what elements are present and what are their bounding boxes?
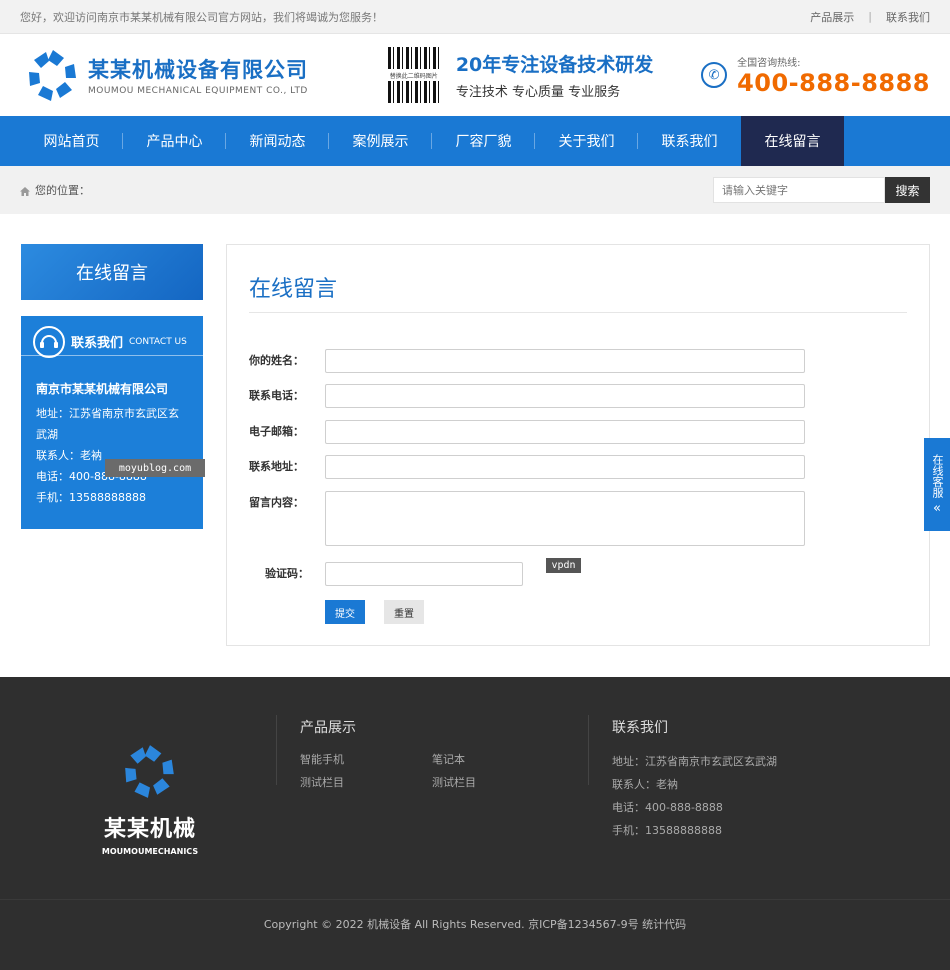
sidebar-contact: 联系我们 CONTACT US 南京市某某机械有限公司 地址：江苏省南京市玄武区…	[21, 316, 203, 529]
form-row-email: 电子邮箱：	[249, 420, 805, 444]
watermark: moyublog.com	[105, 459, 205, 477]
captcha-label: 验证码：	[265, 567, 309, 580]
top-link-products[interactable]: 产品展示	[810, 9, 854, 25]
search-input[interactable]	[713, 177, 885, 203]
copyright-bar: Copyright © 2022 机械设备 All Rights Reserve…	[0, 899, 950, 947]
logo-icon	[120, 741, 180, 801]
slogan-block: 替换此二维码图片 20年专注设备技术研发 专注技术 专心质量 专业服务	[386, 47, 653, 103]
breadcrumb-label: 您的位置：	[35, 184, 90, 197]
captcha-image[interactable]: vpdn	[546, 558, 581, 573]
slogan-subtitle: 专注技术 专心质量 专业服务	[455, 85, 621, 100]
submit-button[interactable]: 提交	[325, 600, 365, 624]
address-label: 联系地址：	[249, 460, 304, 473]
company-name-en: MOUMOU MECHANICAL EQUIPMENT CO., LTD	[88, 86, 308, 96]
footer-link[interactable]: 笔记本	[432, 751, 465, 767]
breadcrumb: 您的位置：	[20, 182, 90, 198]
footer-logo-en: MOUMOUMECHANICS	[101, 847, 199, 856]
main-nav: 网站首页 产品中心 新闻动态 案例展示 厂容厂貌 关于我们 联系我们 在线留言	[0, 116, 950, 166]
name-input[interactable]	[325, 349, 805, 373]
contact-title: 联系我们	[71, 336, 124, 351]
nav-item-about[interactable]: 关于我们	[535, 116, 638, 166]
slogan-title: 20年专注设备技术研发	[455, 54, 654, 76]
logo-icon	[24, 46, 82, 104]
footer-address: 地址：江苏省南京市玄武区玄武湖	[612, 755, 777, 768]
nav-item-factory[interactable]: 厂容厂貌	[432, 116, 535, 166]
email-label: 电子邮箱：	[249, 425, 304, 438]
sidebar-title: 在线留言	[21, 244, 203, 300]
sidebar-address: 地址：江苏省南京市玄武区玄武湖	[36, 407, 179, 441]
headset-icon	[33, 325, 65, 358]
form-row-captcha: 验证码： vpdn	[239, 558, 581, 586]
nav-item-cases[interactable]: 案例展示	[329, 116, 432, 166]
qr-code-image: 替换此二维码图片	[386, 47, 442, 103]
footer-link[interactable]: 测试栏目	[432, 774, 476, 790]
divider	[276, 715, 277, 785]
divider	[249, 312, 907, 313]
message-form-panel: 在线留言 你的姓名： 联系电话： 电子邮箱： 联系地址： 留言内容： 验证码： …	[226, 244, 930, 646]
footer-contact-title: 联系我们	[612, 720, 668, 736]
footer-link[interactable]: 测试栏目	[300, 774, 344, 790]
reset-button[interactable]: 重置	[384, 600, 424, 624]
online-service-label: 在线客服	[931, 453, 944, 498]
main-content: 在线留言 联系我们 CONTACT US 南京市某某机械有限公司 地址：江苏省南…	[0, 214, 950, 677]
footer: 某某机械 MOUMOUMECHANICS 产品展示 智能手机 笔记本 测试栏目 …	[0, 677, 950, 970]
breadcrumb-bar: 您的位置： 搜索	[0, 166, 950, 214]
nav-item-contact[interactable]: 联系我们	[638, 116, 741, 166]
address-input[interactable]	[325, 455, 805, 479]
phone-input[interactable]	[325, 384, 805, 408]
footer-phone: 电话：400-888-8888	[612, 801, 723, 814]
top-links: 产品展示 | 联系我们	[810, 9, 930, 25]
separator: |	[868, 10, 872, 23]
footer-logo-cn: 某某机械	[103, 817, 196, 842]
email-input[interactable]	[325, 420, 805, 444]
search-button[interactable]: 搜索	[885, 177, 930, 203]
company-name: 某某机械设备有限公司	[88, 58, 308, 82]
qr-caption: 替换此二维码图片	[389, 72, 438, 80]
header: 某某机械设备有限公司 MOUMOU MECHANICAL EQUIPMENT C…	[0, 34, 950, 116]
hotline: ✆ 全国咨询热线: 400-888-8888	[701, 54, 930, 97]
form-row-address: 联系地址：	[249, 455, 805, 479]
phone-label: 联系电话：	[249, 389, 304, 402]
form-row-name: 你的姓名：	[249, 349, 805, 373]
hotline-number: 400-888-8888	[737, 68, 930, 97]
online-service-tab[interactable]: 在线客服 «	[924, 438, 950, 531]
footer-contact-person: 联系人：老衲	[612, 778, 678, 791]
page-title: 在线留言	[249, 277, 338, 302]
copyright-text: Copyright © 2022 机械设备 All Rights Reserve…	[263, 917, 687, 931]
contact-header: 联系我们 CONTACT US	[21, 316, 203, 358]
footer-products-title: 产品展示	[300, 720, 356, 736]
hotline-label: 全国咨询热线:	[737, 57, 801, 69]
form-buttons: 提交 重置	[325, 600, 424, 624]
double-chevron-left-icon: «	[933, 500, 941, 516]
divider	[588, 715, 589, 785]
content-textarea[interactable]	[325, 491, 805, 546]
top-link-contact[interactable]: 联系我们	[886, 9, 930, 25]
form-row-phone: 联系电话：	[249, 384, 805, 408]
footer-mobile: 手机：13588888888	[612, 824, 722, 837]
footer-link[interactable]: 智能手机	[300, 751, 344, 767]
nav-item-news[interactable]: 新闻动态	[226, 116, 329, 166]
qr-code-icon	[387, 47, 440, 69]
sidebar-mobile: 手机：13588888888	[36, 491, 146, 504]
contact-subtitle: CONTACT US	[129, 336, 187, 347]
captcha-input[interactable]	[325, 562, 523, 586]
qr-code-icon	[387, 81, 440, 103]
form-row-content: 留言内容：	[249, 491, 805, 546]
nav-item-products[interactable]: 产品中心	[123, 116, 226, 166]
welcome-text: 您好，欢迎访问南京市某某机械有限公司官方网站，我们将竭诚为您服务！	[20, 10, 383, 24]
site-logo[interactable]: 某某机械设备有限公司 MOUMOU MECHANICAL EQUIPMENT C…	[24, 46, 308, 104]
content-label: 留言内容：	[249, 496, 304, 509]
nav-item-home[interactable]: 网站首页	[20, 116, 123, 166]
home-icon	[20, 186, 30, 196]
nav-item-message[interactable]: 在线留言	[741, 116, 844, 166]
sidebar-company: 南京市某某机械有限公司	[36, 382, 169, 396]
top-bar: 您好，欢迎访问南京市某某机械有限公司官方网站，我们将竭诚为您服务！ 产品展示 |…	[0, 0, 950, 34]
search-box: 搜索	[713, 177, 930, 203]
footer-contact-info: 地址：江苏省南京市玄武区玄武湖 联系人：老衲 电话：400-888-8888 手…	[612, 750, 777, 842]
phone-icon: ✆	[701, 62, 728, 88]
name-label: 你的姓名：	[249, 354, 304, 367]
footer-logo: 某某机械 MOUMOUMECHANICS	[100, 741, 200, 856]
